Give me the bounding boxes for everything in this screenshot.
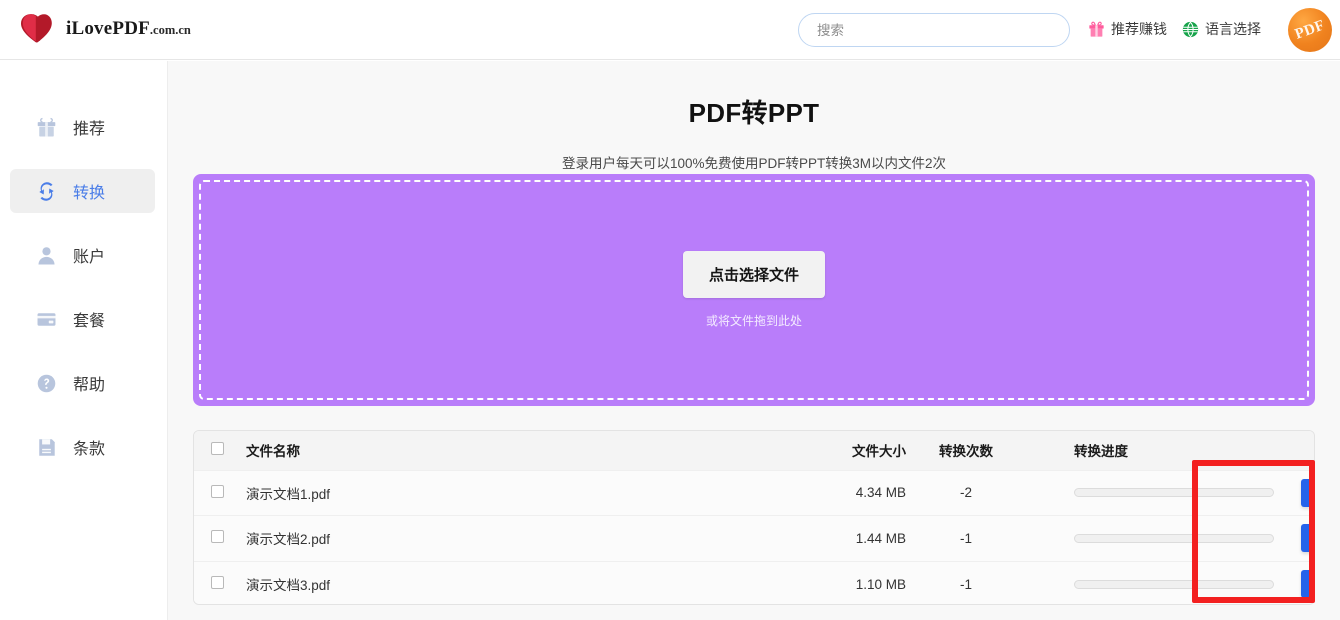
file-table: 文件名称 文件大小 转换次数 转换进度 演示文档1.pdf 4.34 MB (194, 431, 1315, 605)
file-size: 4.34 MB (786, 470, 906, 516)
column-header-count: 转换次数 (906, 431, 1026, 470)
table-row[interactable]: 演示文档1.pdf 4.34 MB -2 待转换 (194, 470, 1315, 516)
row-select-cell (194, 470, 246, 516)
main-content: PDF转PPT 登录用户每天可以100%免费使用PDF转PPT转换3M以内文件2… (168, 61, 1340, 620)
help-icon (36, 373, 57, 394)
sidebar-item-convert[interactable]: 转换 (10, 169, 155, 213)
action-wrap: 待转换 (1236, 570, 1315, 598)
row-checkbox[interactable] (211, 530, 224, 543)
table-row[interactable]: 演示文档2.pdf 1.44 MB -1 待转换 (194, 516, 1315, 562)
action-wrap: 待转换 (1236, 479, 1315, 507)
row-checkbox[interactable] (211, 485, 224, 498)
column-header-action (1236, 431, 1315, 470)
action-cell: 待转换 (1236, 516, 1315, 562)
convert-count: -1 (906, 516, 1026, 562)
header-link-label: 语言选择 (1205, 19, 1261, 39)
convert-icon (36, 181, 57, 202)
table-row[interactable]: 演示文档3.pdf 1.10 MB -1 待转换 (194, 561, 1315, 605)
table-header-row: 文件名称 文件大小 转换次数 转换进度 (194, 431, 1315, 470)
file-name: 演示文档1.pdf (246, 470, 786, 516)
sidebar-item-help[interactable]: 帮助 (10, 361, 155, 405)
convert-count: -1 (906, 561, 1026, 605)
header-link-language[interactable]: 语言选择 (1182, 19, 1261, 39)
file-dropzone[interactable]: 点击选择文件 或将文件拖到此处 (193, 174, 1315, 406)
action-wrap: 待转换 (1236, 524, 1315, 552)
gift-icon (1088, 21, 1105, 38)
sidebar-item-account[interactable]: 账户 (10, 233, 155, 277)
dropzone-hint: 或将文件拖到此处 (706, 312, 802, 329)
sidebar-item-label: 账户 (73, 243, 105, 267)
sidebar-item-label: 推荐 (73, 115, 105, 139)
user-icon (36, 245, 57, 266)
file-name: 演示文档3.pdf (246, 561, 786, 605)
site-logo[interactable]: iLovePDF.com.cn (20, 12, 191, 46)
row-select-cell (194, 516, 246, 562)
gift-icon (36, 117, 57, 138)
file-list-card: 文件名称 文件大小 转换次数 转换进度 演示文档1.pdf 4.34 MB (193, 430, 1315, 605)
dropzone-inner: 点击选择文件 或将文件拖到此处 (193, 174, 1315, 406)
top-header: iLovePDF.com.cn 推荐赚钱 (0, 0, 1340, 60)
action-cell: 待转换 (1236, 470, 1315, 516)
sidebar-item-label: 转换 (73, 179, 105, 203)
progress-cell (1026, 561, 1236, 605)
file-size: 1.44 MB (786, 516, 906, 562)
column-header-progress: 转换进度 (1026, 431, 1236, 470)
avatar-label: PDF (1288, 8, 1332, 52)
header-link-refer[interactable]: 推荐赚钱 (1088, 19, 1167, 39)
header-link-label: 推荐赚钱 (1111, 19, 1167, 39)
save-icon (36, 437, 57, 458)
page-title: PDF转PPT (168, 93, 1340, 130)
sidebar-item-plan[interactable]: 套餐 (10, 297, 155, 341)
sidebar-item-label: 条款 (73, 435, 105, 459)
heart-icon (20, 12, 56, 46)
page-subtitle: 登录用户每天可以100%免费使用PDF转PPT转换3M以内文件2次 (168, 152, 1340, 172)
sidebar-item-label: 套餐 (73, 307, 105, 331)
file-table-head: 文件名称 文件大小 转换次数 转换进度 (194, 431, 1315, 470)
globe-icon (1182, 21, 1199, 38)
progress-cell (1026, 470, 1236, 516)
search-input[interactable] (798, 13, 1070, 47)
column-header-size: 文件大小 (786, 431, 906, 470)
row-checkbox[interactable] (211, 576, 224, 589)
select-file-button[interactable]: 点击选择文件 (683, 251, 825, 298)
card-icon (36, 309, 57, 330)
file-size: 1.10 MB (786, 561, 906, 605)
logo-wordmark: iLovePDF.com.cn (66, 18, 191, 40)
select-all-cell (194, 431, 246, 470)
convert-action-button[interactable]: 待转换 (1301, 570, 1315, 598)
sidebar-item-recommend[interactable]: 推荐 (10, 105, 155, 149)
row-select-cell (194, 561, 246, 605)
file-name: 演示文档2.pdf (246, 516, 786, 562)
sidebar-item-label: 帮助 (73, 371, 105, 395)
convert-action-button[interactable]: 待转换 (1301, 479, 1315, 507)
sidebar: 推荐 转换 账户 (0, 61, 168, 620)
file-table-body: 演示文档1.pdf 4.34 MB -2 待转换 (194, 470, 1315, 605)
action-cell: 待转换 (1236, 561, 1315, 605)
app-root: iLovePDF.com.cn 推荐赚钱 (0, 0, 1340, 620)
convert-count: -2 (906, 470, 1026, 516)
progress-cell (1026, 516, 1236, 562)
avatar[interactable]: PDF (1288, 8, 1332, 52)
select-all-checkbox[interactable] (211, 442, 224, 455)
logo-name: iLovePDF (66, 18, 150, 39)
convert-action-button[interactable]: 待转换 (1301, 524, 1315, 552)
column-header-name: 文件名称 (246, 431, 786, 470)
sidebar-item-terms[interactable]: 条款 (10, 425, 155, 469)
logo-suffix: .com.cn (150, 23, 191, 37)
